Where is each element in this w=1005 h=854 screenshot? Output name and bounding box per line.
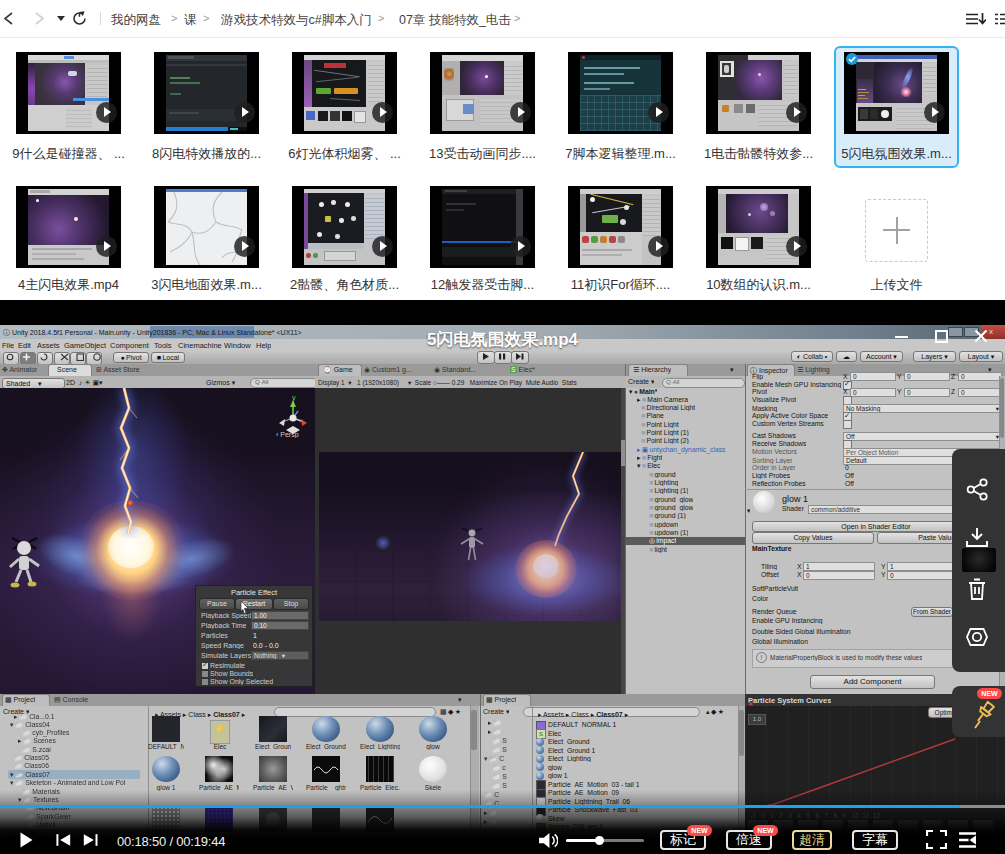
svg-text:y: y bbox=[292, 394, 296, 402]
